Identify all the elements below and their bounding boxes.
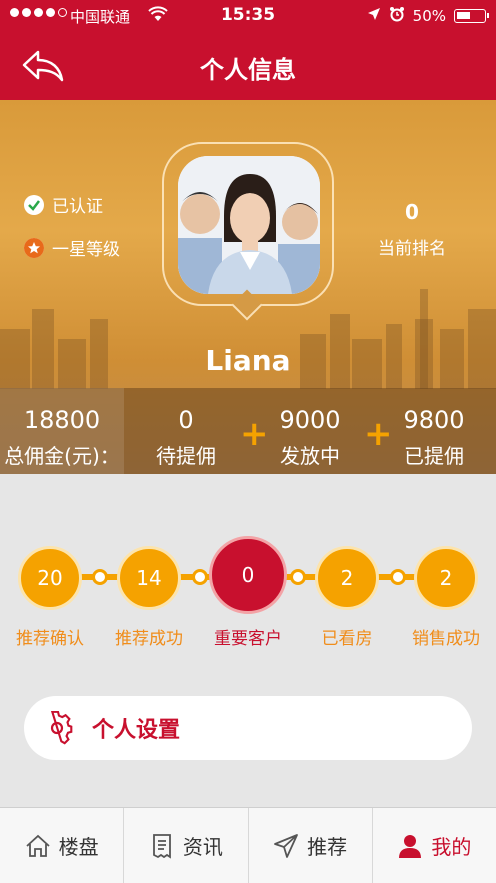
user-icon	[399, 834, 422, 858]
stat-pending: 0 待提佣	[124, 388, 248, 474]
alarm-icon	[389, 6, 405, 26]
step-label: 推荐成功	[115, 629, 183, 649]
stat-issuing: + 9000 发放中	[240, 388, 372, 474]
tab-news[interactable]: 资讯	[124, 808, 249, 883]
connector-dot	[92, 569, 108, 585]
level-label: 一星等级	[52, 240, 120, 260]
verified-badge: 已认证	[24, 192, 120, 217]
stat-label: 总佣金(元)：	[4, 444, 120, 468]
profile-banner: 已认证 一星等级 0 当前排名 Liana 18800 总佣金(元)： 0 待提…	[0, 100, 496, 474]
step-label: 销售成功	[412, 629, 480, 649]
tab-mine[interactable]: 我的	[373, 808, 496, 883]
battery-icon	[454, 9, 489, 23]
stat-withdrawn: + 9800 已提佣	[364, 388, 496, 474]
stat-total-commission: 18800 总佣金(元)：	[0, 388, 124, 474]
connector-dot	[390, 569, 406, 585]
stat-value: 0	[178, 406, 194, 434]
username: Liana	[205, 344, 291, 377]
check-circle-icon	[24, 194, 44, 215]
tab-buildings[interactable]: 楼盘	[0, 808, 125, 883]
avatar[interactable]	[178, 156, 320, 294]
plus-icon: +	[364, 414, 393, 454]
gear-icon	[50, 711, 73, 745]
verified-label: 已认证	[52, 197, 103, 217]
step-sale-success[interactable]: 2	[414, 546, 478, 610]
tab-label: 楼盘	[58, 835, 99, 859]
tab-label: 资讯	[182, 835, 223, 859]
step-label: 重要客户	[214, 629, 282, 649]
settings-label: 个人设置	[92, 718, 181, 743]
connector-dot	[290, 569, 306, 585]
home-icon	[26, 834, 50, 857]
news-icon	[152, 833, 171, 859]
level-badge: 一星等级	[24, 235, 120, 260]
avatar-frame	[162, 142, 334, 306]
rank-label: 当前排名	[378, 239, 446, 259]
step-label: 已看房	[321, 629, 373, 649]
tab-label: 推荐	[307, 835, 348, 859]
bottom-tab-bar: 楼盘 资讯 推荐 我的	[0, 807, 496, 883]
step-label: 推荐确认	[16, 629, 84, 649]
rank-value: 0	[405, 200, 419, 224]
plus-icon: +	[240, 414, 269, 454]
connector-dot	[192, 569, 208, 585]
send-icon	[274, 833, 299, 858]
step-recommend-success[interactable]: 14	[117, 546, 181, 610]
stat-value: 18800	[23, 406, 101, 434]
star-icon	[24, 237, 44, 258]
navigation-bar: 个人信息	[0, 32, 496, 100]
battery-percent: 50%	[412, 7, 446, 25]
page-title: 个人信息	[200, 56, 296, 84]
tab-recommend[interactable]: 推荐	[249, 808, 373, 883]
status-bar: 中国联通 15:35 50%	[0, 0, 496, 32]
commission-stats: 18800 总佣金(元)： 0 待提佣 + 9000 发放中 + 9800 已提…	[0, 388, 496, 474]
tab-label: 我的	[431, 835, 472, 859]
step-recommend-confirm[interactable]: 20	[18, 546, 82, 610]
personal-settings-button[interactable]: 个人设置	[24, 696, 472, 760]
top-bar: 中国联通 15:35 50% 个人信息	[0, 0, 496, 100]
step-viewed-house[interactable]: 2	[315, 546, 379, 610]
location-icon	[367, 7, 381, 25]
step-important-client[interactable]: 0	[209, 536, 287, 614]
client-progress-steps: 20 14 0 2 2 推荐确认 推荐成功 重要客户 已看房 销售成功	[0, 536, 496, 649]
rank-box: 0 当前排名	[362, 200, 462, 259]
stat-label: 待提佣	[156, 444, 216, 468]
